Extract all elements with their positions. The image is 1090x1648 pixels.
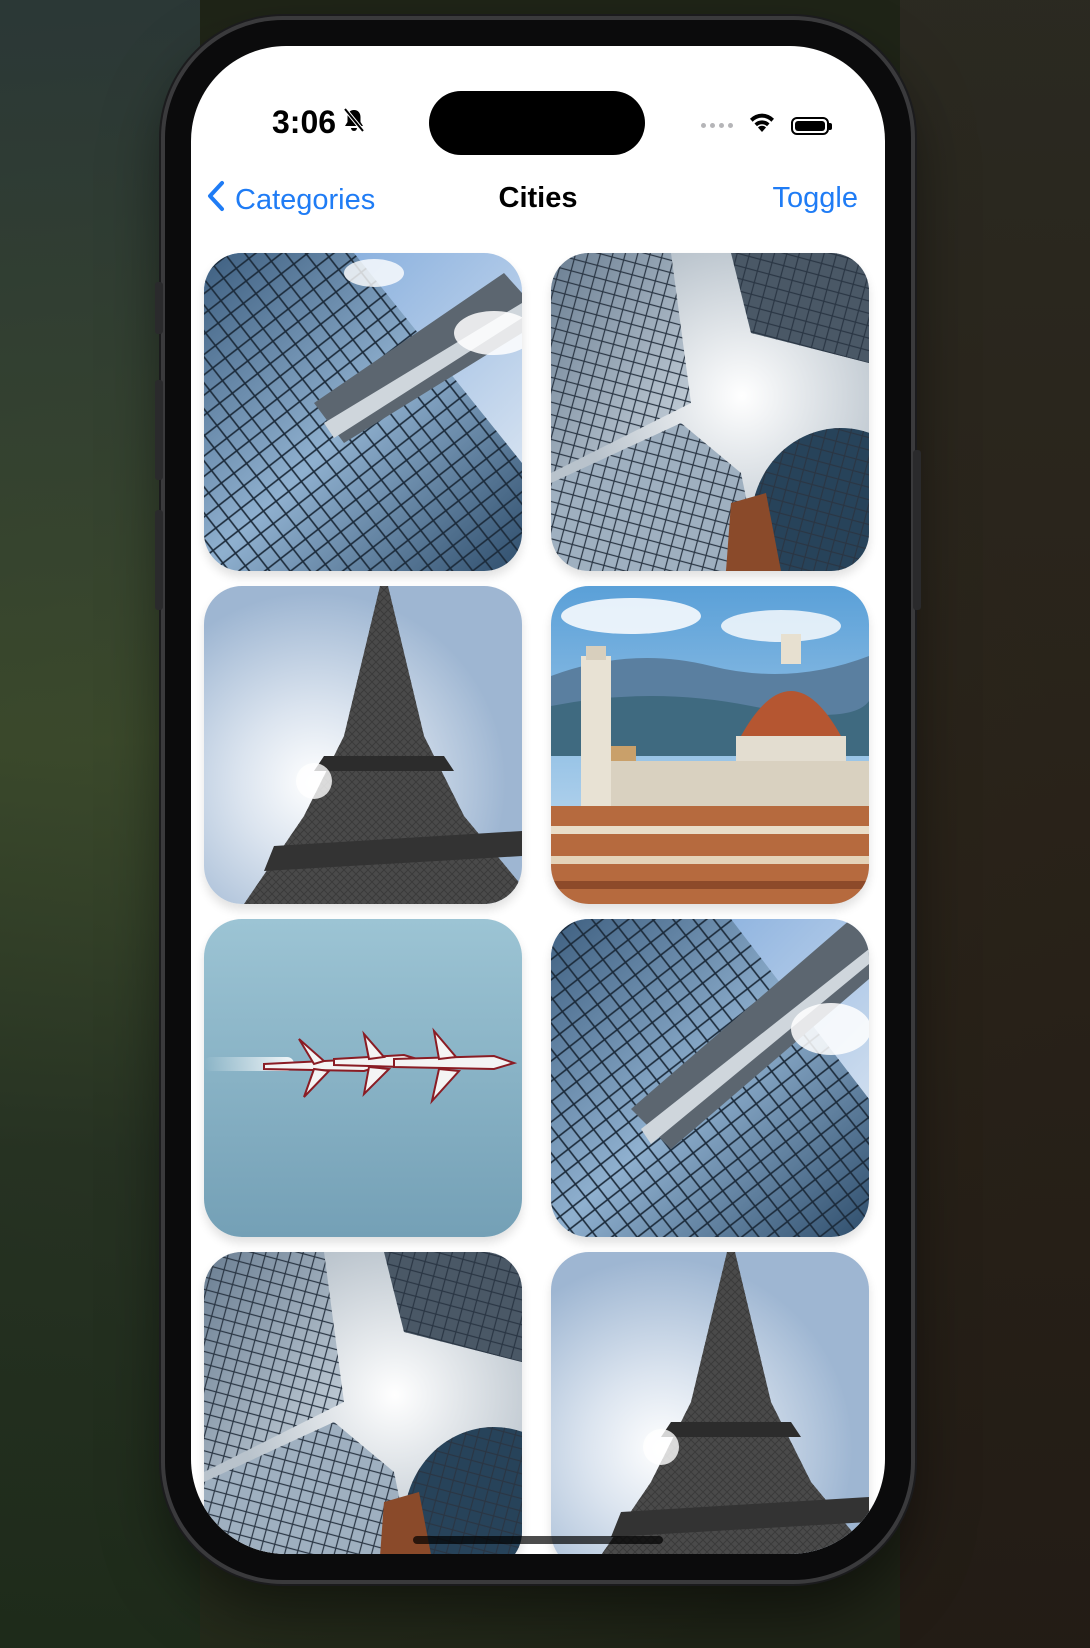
- bell-slash-icon: [342, 104, 366, 141]
- status-bar-indicators: [701, 112, 832, 139]
- power-button: [913, 450, 921, 610]
- photo-tile-eiffel-tower-2[interactable]: [551, 1252, 869, 1554]
- status-bar-time: 3:06: [272, 104, 366, 141]
- phone-frame: 3:06 Categories Cities Toggle: [155, 20, 921, 1580]
- photo-tile-jets-formation[interactable]: [204, 919, 522, 1237]
- dynamic-island: [429, 91, 645, 155]
- battery-full-icon: [791, 116, 832, 135]
- photo-tile-eiffel-tower[interactable]: [204, 586, 522, 904]
- time-label: 3:06: [272, 104, 337, 140]
- photo-tile-florence-cathedral[interactable]: [551, 586, 869, 904]
- navigation-bar: Categories Cities Toggle: [191, 166, 885, 232]
- app-screen: 3:06 Categories Cities Toggle: [191, 46, 885, 1554]
- toggle-button[interactable]: Toggle: [773, 182, 858, 215]
- signal-dots-icon: [701, 123, 733, 128]
- photo-tile-skyscrapers-looking-up-2[interactable]: [204, 1252, 522, 1554]
- action-button: [155, 282, 163, 334]
- wifi-icon: [747, 112, 777, 139]
- photo-tile-skyscraper-bridge-2[interactable]: [551, 919, 869, 1237]
- wallpaper-right: [900, 0, 1090, 1648]
- volume-up-button: [155, 380, 163, 480]
- photo-tile-skyscraper-bridge[interactable]: [204, 253, 522, 571]
- home-indicator[interactable]: [413, 1536, 663, 1544]
- photo-tile-skyscrapers-looking-up[interactable]: [551, 253, 869, 571]
- volume-down-button: [155, 510, 163, 610]
